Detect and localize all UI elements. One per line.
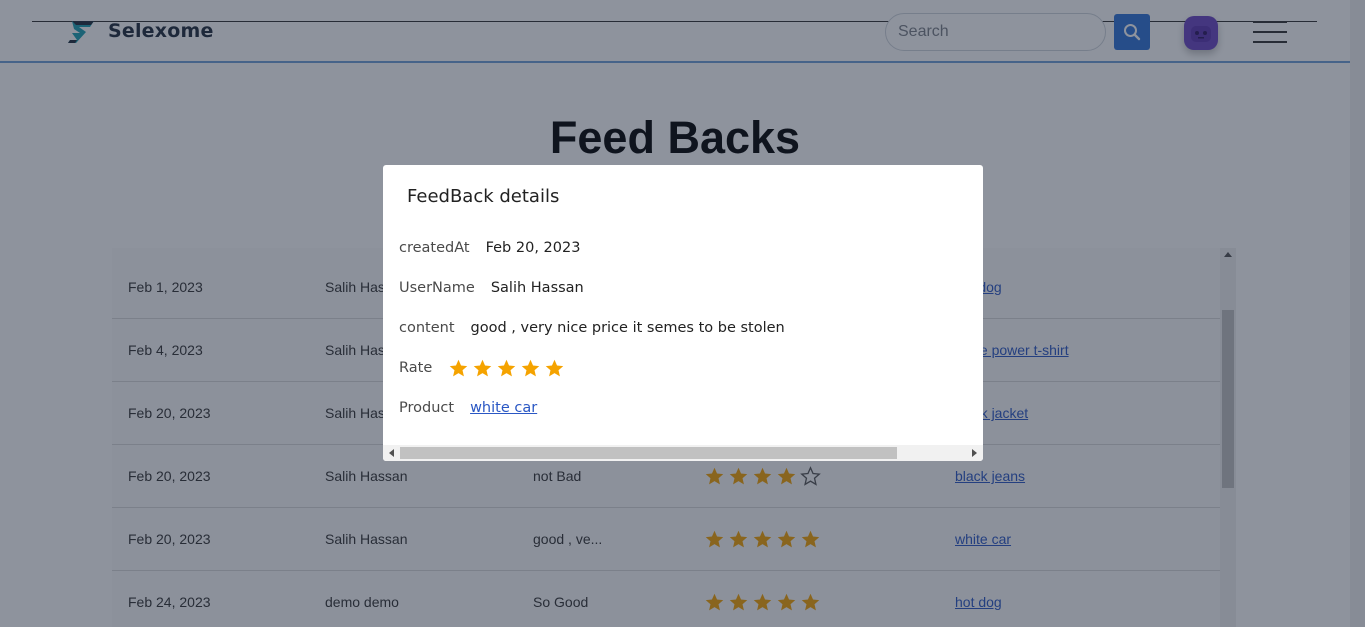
modal-title: FeedBack details (407, 186, 560, 207)
username-row: UserName Salih Hassan (399, 277, 584, 299)
username-value: Salih Hassan (490, 280, 584, 296)
star-filled-icon (498, 359, 516, 376)
username-label: UserName (399, 280, 475, 296)
feedback-details-modal: FeedBack details createdAt Feb 20, 2023 … (383, 165, 983, 461)
content-value: good , very nice price it semes to be st… (470, 320, 785, 336)
star-filled-icon (522, 359, 540, 376)
created-at-label: createdAt (399, 240, 470, 256)
rate-label: Rate (399, 360, 433, 376)
created-at-row: createdAt Feb 20, 2023 (399, 237, 580, 259)
rate-row: Rate (399, 357, 565, 379)
created-at-value: Feb 20, 2023 (485, 240, 581, 256)
scroll-right-arrow-icon[interactable] (972, 449, 977, 457)
modal-horizontal-scrollbar[interactable] (383, 445, 983, 461)
rate-stars (448, 358, 565, 379)
star-filled-icon (474, 359, 492, 376)
star-filled-icon (546, 359, 564, 376)
product-label: Product (399, 400, 455, 416)
scroll-left-arrow-icon[interactable] (389, 449, 394, 457)
scrollbar-thumb[interactable] (400, 447, 897, 459)
product-row: Product white car (399, 397, 537, 419)
product-link[interactable]: white car (470, 400, 537, 416)
star-filled-icon (450, 359, 468, 376)
content-row: content good , very nice price it semes … (399, 317, 785, 339)
content-label: content (399, 320, 455, 336)
